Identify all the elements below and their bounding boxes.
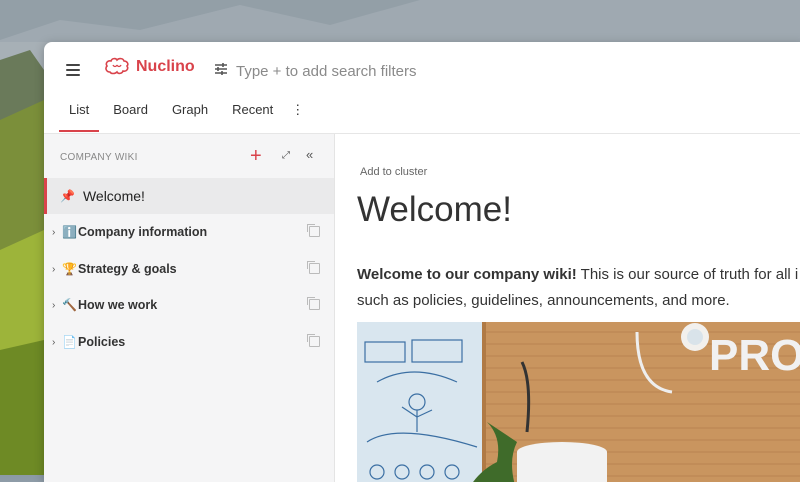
app-name: Nuclino bbox=[136, 58, 195, 75]
add-item-button[interactable]: + bbox=[250, 146, 262, 166]
chevron-right-icon[interactable]: › bbox=[52, 264, 60, 275]
sign-text: PRO bbox=[709, 331, 800, 380]
pin-icon: 📌 bbox=[60, 189, 75, 203]
sidebar-item-company-information[interactable]: › ℹ️ Company information bbox=[44, 214, 334, 250]
app-window: Nuclino List Board Graph Recent ⋮ COMPAN… bbox=[44, 42, 800, 482]
tab-board[interactable]: Board bbox=[113, 102, 148, 132]
view-tabs: List Board Graph Recent ⋮ bbox=[44, 102, 304, 132]
chevron-right-icon[interactable]: › bbox=[52, 300, 60, 311]
sidebar-item-label: Strategy & goals bbox=[78, 262, 177, 276]
top-bar: Nuclino bbox=[44, 42, 800, 98]
sidebar-item-welcome[interactable]: 📌 Welcome! bbox=[44, 178, 334, 214]
sidebar-item-how-we-work[interactable]: › 🔨 How we work bbox=[44, 287, 334, 323]
tab-graph[interactable]: Graph bbox=[172, 102, 208, 132]
sidebar-item-label: Company information bbox=[78, 225, 208, 239]
copy-icon[interactable] bbox=[307, 334, 320, 347]
chevron-right-icon[interactable]: › bbox=[52, 227, 60, 238]
copy-icon[interactable] bbox=[307, 261, 320, 274]
main-content: Add to cluster Welcome! Welcome to our c… bbox=[335, 134, 800, 482]
hammer-icon: 🔨 bbox=[62, 298, 77, 312]
intro-paragraph[interactable]: Welcome to our company wiki! This is our… bbox=[357, 262, 800, 314]
collapse-sidebar-icon[interactable]: « bbox=[306, 147, 313, 162]
sidebar-item-label: Welcome! bbox=[82, 188, 145, 204]
sidebar-item-strategy-goals[interactable]: › 🏆 Strategy & goals bbox=[44, 251, 334, 287]
sidebar-item-label: How we work bbox=[78, 298, 158, 312]
trophy-icon: 🏆 bbox=[62, 262, 77, 276]
copy-icon[interactable] bbox=[307, 297, 320, 310]
tab-list[interactable]: List bbox=[58, 102, 100, 132]
search-input[interactable] bbox=[234, 58, 598, 84]
office-photo[interactable]: PRO bbox=[357, 322, 800, 482]
page-title[interactable]: Welcome! bbox=[357, 190, 512, 230]
document-icon: 📄 bbox=[62, 335, 77, 349]
menu-icon[interactable] bbox=[66, 64, 80, 76]
intro-line-2: such as policies, guidelines, announceme… bbox=[357, 292, 730, 309]
intro-rest: This is our source of truth for all i bbox=[576, 266, 799, 283]
sidebar-item-policies[interactable]: › 📄 Policies bbox=[44, 324, 334, 360]
app-logo[interactable]: Nuclino bbox=[104, 57, 195, 77]
chevron-right-icon[interactable]: › bbox=[52, 337, 60, 348]
tab-recent[interactable]: Recent bbox=[232, 102, 273, 132]
filter-sliders-icon[interactable] bbox=[214, 62, 228, 76]
expand-all-icon[interactable]: ⤢ bbox=[282, 150, 290, 161]
brain-logo-icon bbox=[105, 57, 129, 75]
sidebar: COMPANY WIKI + ⤢ « 📌 Welcome! › ℹ️ Compa… bbox=[44, 134, 335, 482]
copy-icon[interactable] bbox=[307, 224, 320, 237]
sidebar-item-label: Policies bbox=[78, 335, 126, 349]
workspace-title: COMPANY WIKI bbox=[60, 152, 138, 163]
add-to-cluster-link[interactable]: Add to cluster bbox=[360, 166, 427, 178]
intro-bold: Welcome to our company wiki! bbox=[357, 266, 577, 283]
info-icon: ℹ️ bbox=[62, 225, 77, 239]
more-tabs-icon[interactable]: ⋮ bbox=[291, 102, 304, 132]
